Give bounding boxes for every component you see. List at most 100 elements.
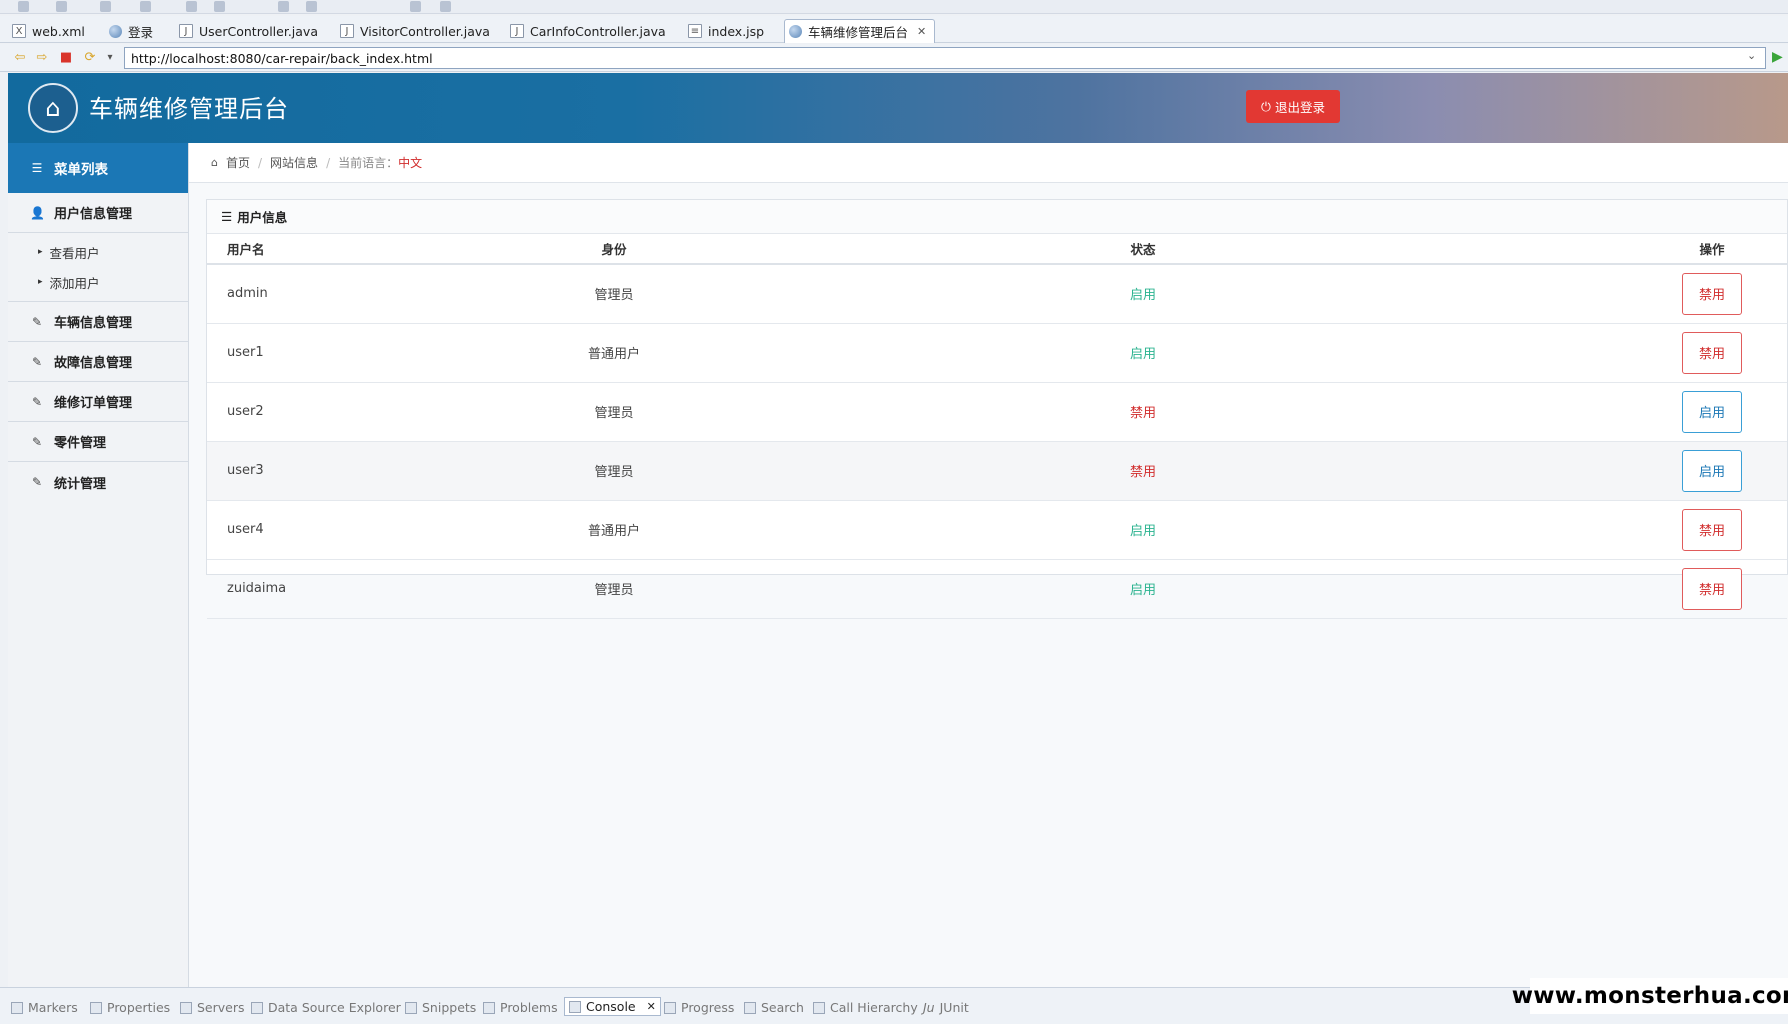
sidebar-item-label: 故障信息管理 (54, 356, 133, 371)
cell-username: user2 (207, 382, 579, 442)
cell-operation: 禁用 (1637, 559, 1787, 619)
sidebar-header: ☰ 菜单列表 (8, 143, 188, 193)
tab-carinfo-controller[interactable]: J CarInfoController.java (506, 19, 674, 43)
breadcrumb-home[interactable]: 首页 (226, 154, 250, 171)
edit-icon: ✎ (31, 434, 43, 449)
view-tab-snippets[interactable]: Snippets (405, 1000, 476, 1015)
sidebar-item-fault-management[interactable]: ✎ 故障信息管理 (8, 342, 188, 382)
logout-label: 退出登录 (1274, 100, 1325, 115)
view-tab-problems[interactable]: Problems (483, 1000, 558, 1015)
panel-title: 用户信息 (237, 210, 288, 225)
sidebar-item-statistics[interactable]: ✎ 统计管理 (8, 462, 188, 502)
col-role: 身份 (579, 234, 649, 265)
toolbar-icon[interactable] (214, 1, 225, 12)
table-row: user1 普通用户 启用 禁用 (207, 323, 1787, 383)
go-icon[interactable]: ▶ (1772, 49, 1783, 65)
java-file-icon: J (179, 24, 193, 38)
edit-icon: ✎ (31, 314, 43, 329)
logout-button[interactable]: ⏻ 退出登录 (1246, 90, 1340, 123)
table-row: admin 管理员 启用 禁用 (207, 264, 1787, 324)
sidebar-item-add-user[interactable]: ▸ 添加用户 (8, 267, 188, 297)
app-title: 车辆维修管理后台 (89, 95, 289, 123)
servers-icon (180, 1001, 192, 1014)
user-icon: 👤 (30, 205, 45, 220)
forward-icon[interactable]: ⇨ (34, 50, 50, 66)
panel-header: ☰ 用户信息 (207, 200, 1787, 234)
disable-button[interactable]: 禁用 (1682, 567, 1742, 610)
browser-viewport: ⌂ 车辆维修管理后台 ⏻ 退出登录 ☰ 菜单列表 👤 用户信息管理 ▸ 查看用户… (8, 73, 1788, 987)
problems-icon (483, 1001, 495, 1014)
sidebar-item-label: 维修订单管理 (54, 396, 133, 411)
close-icon[interactable]: ✕ (917, 25, 926, 38)
search-icon (744, 1001, 756, 1014)
table-row: user2 管理员 禁用 启用 (207, 382, 1787, 442)
tab-label: 车辆维修管理后台 (808, 25, 909, 40)
cell-status: 启用 (649, 500, 1637, 560)
toolbar-icon[interactable] (440, 1, 451, 12)
cell-status: 启用 (649, 559, 1637, 619)
tab-index-jsp[interactable]: ≡ index.jsp (684, 19, 772, 43)
cell-username: admin (207, 264, 579, 324)
sidebar-item-vehicle-management[interactable]: ✎ 车辆信息管理 (8, 302, 188, 342)
tab-web-xml[interactable]: X web.xml (8, 19, 93, 43)
sidebar-item-user-management[interactable]: 👤 用户信息管理 (8, 193, 188, 233)
view-tab-progress[interactable]: Progress (664, 1000, 734, 1015)
breadcrumb-site-info[interactable]: 网站信息 (270, 154, 318, 171)
cell-status: 启用 (649, 264, 1637, 324)
tab-car-repair-admin[interactable]: 车辆维修管理后台 ✕ (784, 19, 936, 43)
tab-visitor-controller[interactable]: J VisitorController.java (336, 19, 498, 43)
cell-role: 管理员 (579, 559, 649, 619)
tab-user-controller[interactable]: J UserController.java (175, 19, 326, 43)
breadcrumb-separator: / (258, 155, 263, 170)
cell-role: 普通用户 (579, 323, 649, 383)
sidebar-item-view-users[interactable]: ▸ 查看用户 (8, 237, 188, 267)
toolbar-icon[interactable] (140, 1, 151, 12)
language-value[interactable]: 中文 (398, 154, 422, 171)
cell-operation: 禁用 (1637, 264, 1787, 324)
view-tab-markers[interactable]: Markers (11, 1000, 78, 1015)
col-operation: 操作 (1637, 234, 1787, 265)
table-row: user3 管理员 禁用 启用 (207, 441, 1787, 501)
toolbar-icon[interactable] (186, 1, 197, 12)
disable-button[interactable]: 禁用 (1682, 272, 1742, 315)
cell-status: 禁用 (649, 441, 1637, 501)
sidebar-subitem-label: 添加用户 (49, 275, 100, 291)
url-input[interactable] (124, 47, 1766, 69)
enable-button[interactable]: 启用 (1682, 390, 1742, 433)
view-tab-data-source-explorer[interactable]: Data Source Explorer (251, 1000, 401, 1015)
view-tab-console[interactable]: Console ✕ (564, 997, 661, 1016)
view-tab-properties[interactable]: Properties (90, 1000, 170, 1015)
chevron-down-icon[interactable]: ⌄ (1747, 49, 1756, 62)
toolbar-icon[interactable] (278, 1, 289, 12)
view-tab-servers[interactable]: Servers (180, 1000, 245, 1015)
history-dropdown-icon[interactable]: ▾ (102, 50, 118, 66)
close-icon[interactable]: ✕ (647, 1000, 656, 1013)
view-tab-search[interactable]: Search (744, 1000, 804, 1015)
disable-button[interactable]: 禁用 (1682, 331, 1742, 374)
toolbar-icon[interactable] (410, 1, 421, 12)
toolbar-icon[interactable] (18, 1, 29, 12)
stop-icon[interactable]: ■ (58, 50, 74, 66)
enable-button[interactable]: 启用 (1682, 449, 1742, 492)
toolbar-icon[interactable] (100, 1, 111, 12)
tab-login[interactable]: 登录 (105, 19, 161, 43)
view-tab-junit[interactable]: Ju JUnit (923, 1000, 969, 1015)
cell-username: user3 (207, 441, 579, 501)
col-status: 状态 (649, 234, 1637, 265)
sidebar-item-order-management[interactable]: ✎ 维修订单管理 (8, 382, 188, 422)
browser-address-row: ⇦ ⇨ ■ ⟳ ▾ ⌄ ▶ (0, 44, 1788, 72)
view-tab-label: Data Source Explorer (268, 1000, 401, 1015)
toolbar-icon[interactable] (56, 1, 67, 12)
disable-button[interactable]: 禁用 (1682, 508, 1742, 551)
user-submenu: ▸ 查看用户 ▸ 添加用户 (8, 233, 188, 302)
back-icon[interactable]: ⇦ (12, 50, 28, 66)
refresh-icon[interactable]: ⟳ (82, 50, 98, 66)
home-icon: ⌂ (211, 156, 218, 169)
sidebar-item-parts-management[interactable]: ✎ 零件管理 (8, 422, 188, 462)
snippets-icon (405, 1001, 417, 1014)
sidebar-item-label: 零件管理 (54, 436, 107, 451)
view-tab-call-hierarchy[interactable]: Call Hierarchy (813, 1000, 918, 1015)
jsp-file-icon: ≡ (688, 24, 702, 38)
cell-username: user1 (207, 323, 579, 383)
toolbar-icon[interactable] (306, 1, 317, 12)
